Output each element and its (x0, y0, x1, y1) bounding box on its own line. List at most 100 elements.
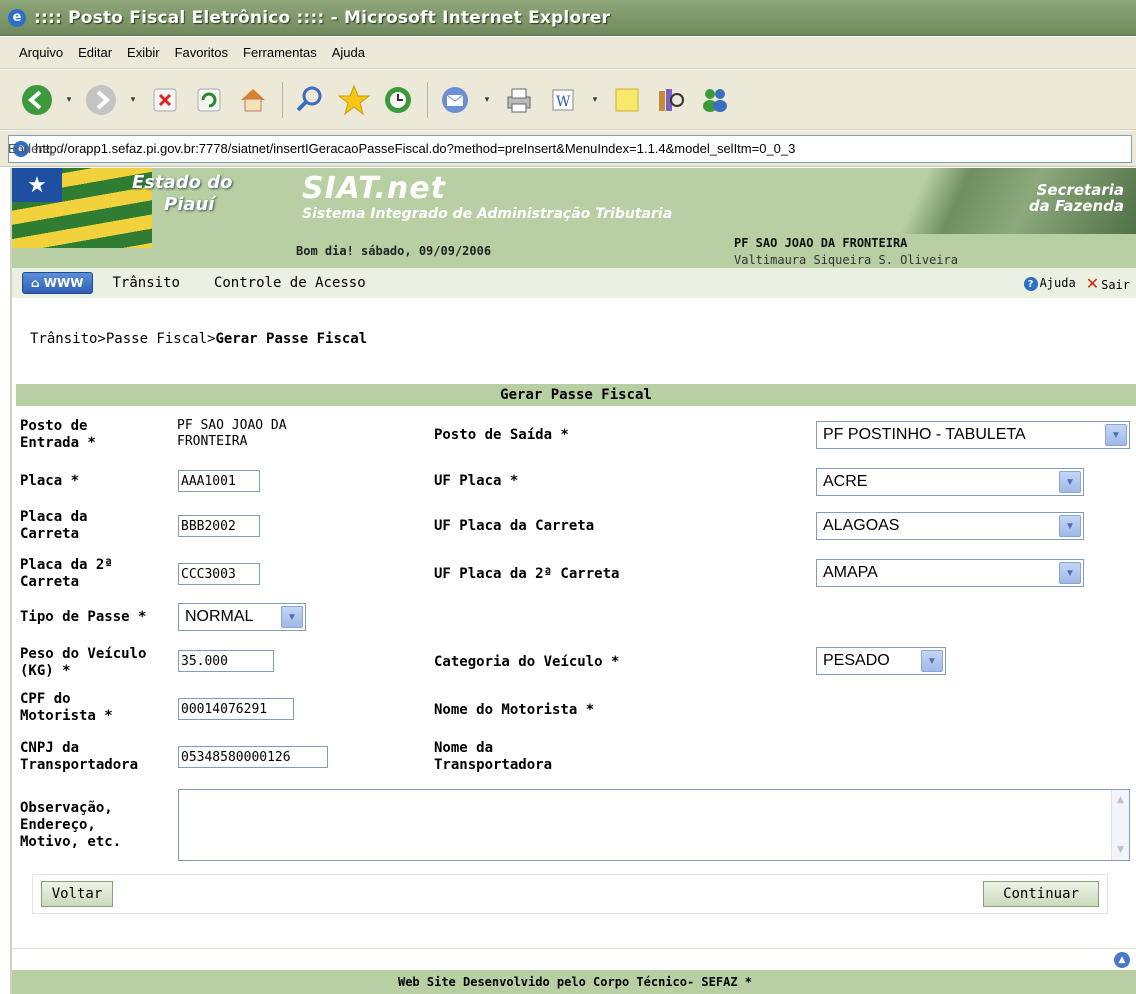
peso-label: Peso do Veículo (KG) * (20, 646, 146, 680)
button-row: Voltar Continuar (32, 874, 1108, 914)
chevron-down-icon[interactable]: ▼ (1059, 515, 1081, 537)
menu-arquivo[interactable]: Arquivo (14, 45, 73, 60)
forward-dropdown-icon[interactable]: ▾ (124, 79, 142, 121)
placa-carreta-label: Placa da Carreta (20, 509, 87, 543)
home-icon[interactable] (232, 79, 274, 121)
messenger-icon[interactable] (694, 79, 736, 121)
search-icon[interactable] (289, 79, 331, 121)
www-button[interactable]: ⌂ WWW (22, 272, 93, 294)
uf-placa-carreta-value: ALAGOAS (823, 517, 900, 534)
note-icon[interactable] (606, 79, 648, 121)
chevron-down-icon[interactable]: ▼ (921, 650, 943, 672)
menu-ajuda[interactable]: Ajuda (327, 45, 375, 60)
edit-icon[interactable]: W (542, 79, 584, 121)
uf-placa-2-carreta-select[interactable]: AMAPA ▼ (816, 559, 1084, 587)
breadcrumb-current: Gerar Passe Fiscal (215, 331, 368, 347)
mail-icon[interactable] (434, 79, 476, 121)
home-small-icon: ⌂ (31, 276, 44, 290)
uf-placa-select[interactable]: ACRE ▼ (816, 468, 1084, 496)
observacao-textarea[interactable]: ▲ ▼ (178, 789, 1130, 861)
browser-toolbar: ▾ ▾ ▾ W ▾ (0, 70, 1136, 130)
placa-2-carreta-input[interactable]: CCC3003 (178, 563, 260, 585)
research-icon[interactable] (650, 79, 692, 121)
chevron-down-icon[interactable]: ▼ (1105, 424, 1127, 446)
cpf-label: CPF do Motorista * (20, 691, 113, 725)
label-line: Motivo, etc. (20, 834, 122, 850)
uf-placa-carreta-select[interactable]: ALAGOAS ▼ (816, 512, 1084, 540)
uf-placa-carreta-label: UF Placa da Carreta (434, 518, 595, 534)
chevron-down-icon[interactable]: ▼ (1059, 471, 1081, 493)
menu-ferramentas[interactable]: Ferramentas (238, 45, 327, 60)
page-content: ★ Estado do Piauí SIAT.net Sistema Integ… (10, 168, 1136, 994)
label-line: Transportadora (20, 757, 139, 773)
scroll-to-top-icon[interactable]: ▲ (1114, 952, 1130, 968)
label-line: Nome da (434, 740, 494, 756)
back-dropdown-icon[interactable]: ▾ (60, 79, 78, 121)
cnpj-input[interactable]: 05348580000126 (178, 746, 328, 768)
estado-logo-text: Estado do Piauí (132, 172, 233, 216)
site-header: ★ Estado do Piauí SIAT.net Sistema Integ… (12, 168, 1136, 268)
footer-text: Web Site Desenvolvido pelo Corpo Técnico… (12, 970, 1136, 994)
chevron-down-icon[interactable]: ▼ (1059, 562, 1081, 584)
categoria-select[interactable]: PESADO ▼ (816, 647, 946, 675)
textarea-scrollbar[interactable]: ▲ ▼ (1111, 790, 1129, 860)
chevron-down-icon[interactable]: ▼ (281, 606, 303, 628)
nav-controle-acesso[interactable]: Controle de Acesso (214, 275, 366, 291)
refresh-icon[interactable] (188, 79, 230, 121)
estado-line1: Estado do (132, 172, 233, 193)
tipo-passe-select[interactable]: NORMAL ▼ (178, 603, 306, 631)
history-icon[interactable] (377, 79, 419, 121)
peso-input[interactable]: 35.000 (178, 650, 274, 672)
address-bar: Endereço e http://orapp1.sefaz.pi.gov.br… (0, 131, 1136, 167)
favorites-icon[interactable] (333, 79, 375, 121)
estado-line2: Piauí (164, 194, 215, 215)
label-line: CNPJ da (20, 740, 80, 756)
nav-right: ? Ajuda ✕ Sair (1023, 274, 1130, 293)
edit-dropdown-icon[interactable]: ▾ (586, 79, 604, 121)
forward-icon[interactable] (80, 79, 122, 121)
placa-label: Placa * (20, 473, 80, 489)
exit-link[interactable]: ✕ Sair (1086, 274, 1130, 293)
help-link[interactable]: ? Ajuda (1023, 276, 1076, 292)
scroll-up-arrow-icon[interactable]: ▲ (1113, 792, 1128, 808)
breadcrumb-path[interactable]: Trânsito>Passe Fiscal> (30, 331, 215, 347)
label-line: Endereço, (20, 817, 96, 833)
address-url[interactable]: http://orapp1.sefaz.pi.gov.br:7778/siatn… (35, 141, 795, 156)
star-icon: ★ (12, 168, 62, 202)
cpf-input[interactable]: 00014076291 (178, 698, 294, 720)
posto-saida-value: PF POSTINHO - TABULETA (823, 426, 1026, 443)
ie-icon: e (8, 8, 26, 27)
print-icon[interactable] (498, 79, 540, 121)
nome-motorista-label: Nome do Motorista * (434, 702, 595, 718)
uf-placa-value: ACRE (823, 473, 868, 490)
nome-transportadora-label: Nome da Transportadora (434, 740, 552, 774)
secretaria-line1: Secretaria (1036, 181, 1124, 199)
label-line: Placa da (20, 509, 88, 525)
posto-entrada-label: Posto de Entrada * (20, 418, 96, 452)
uf-placa-label: UF Placa * (434, 473, 519, 489)
mail-dropdown-icon[interactable]: ▾ (478, 79, 496, 121)
user-name: Valtimaura Siqueira S. Oliveira (734, 253, 958, 267)
tipo-passe-value: NORMAL (185, 608, 254, 625)
label-line: CPF do (20, 691, 71, 707)
scroll-down-arrow-icon[interactable]: ▼ (1113, 842, 1128, 858)
placa-carreta-input[interactable]: BBB2002 (178, 515, 260, 537)
label-line: Placa da 2ª (20, 557, 113, 573)
placa-input[interactable]: AAA1001 (178, 470, 260, 492)
label-line: Observação, (20, 800, 113, 816)
www-label: WWW (43, 276, 84, 290)
posto-saida-select[interactable]: PF POSTINHO - TABULETA ▼ (816, 421, 1130, 449)
stop-icon[interactable] (144, 79, 186, 121)
address-input[interactable]: e http://orapp1.sefaz.pi.gov.br:7778/sia… (8, 134, 1132, 163)
back-button[interactable]: Voltar (41, 881, 113, 907)
menu-exibir[interactable]: Exibir (122, 45, 170, 60)
back-icon[interactable] (16, 79, 58, 121)
continue-button[interactable]: Continuar (983, 881, 1099, 907)
menu-favoritos[interactable]: Favoritos (170, 45, 238, 60)
menu-bar: Arquivo Editar Exibir Favoritos Ferramen… (0, 37, 1136, 69)
secretaria-text: Secretaria da Fazenda (1029, 182, 1124, 214)
close-icon: ✕ (1085, 274, 1100, 293)
menu-editar[interactable]: Editar (73, 45, 122, 60)
nav-transito[interactable]: Trânsito (113, 275, 180, 291)
categoria-value: PESADO (823, 652, 890, 669)
